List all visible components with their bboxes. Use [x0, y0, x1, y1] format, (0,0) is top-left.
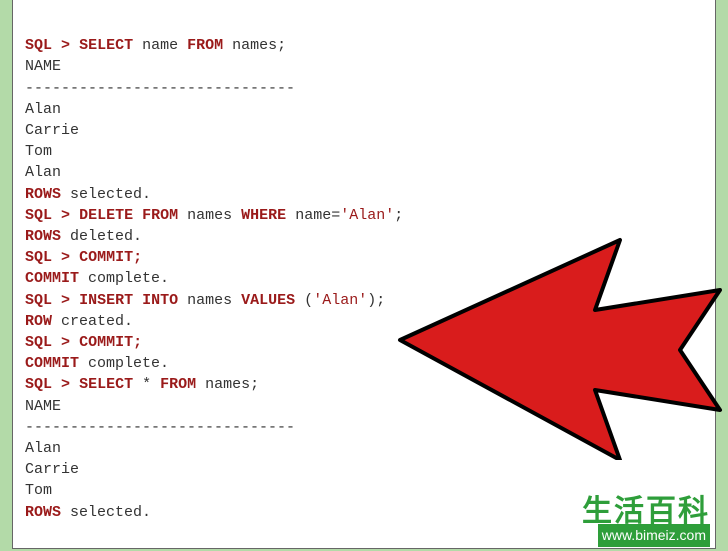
txt-created: created. [61, 313, 133, 330]
prompt-gt2: > [61, 207, 70, 224]
tbl-names2: names [187, 207, 232, 224]
kw-select: SELECT [79, 37, 133, 54]
kw-row: ROW [25, 313, 52, 330]
tbl-names3: names [187, 292, 232, 309]
str-alan2: 'Alan' [313, 292, 367, 309]
tbl-names: names [232, 37, 277, 54]
kw-rows2: ROWS [25, 228, 61, 245]
kw-values: VALUES [241, 292, 295, 309]
col-name2: name [295, 207, 331, 224]
row-carrie2: Carrie [25, 461, 79, 478]
prompt-gt4: > [61, 292, 70, 309]
prompt-gt: > [61, 37, 70, 54]
row-alan2: Alan [25, 164, 61, 181]
semicolon: ; [277, 37, 286, 54]
prompt-gt5: > [61, 334, 70, 351]
col-name: name [142, 37, 178, 54]
sql-prompt: SQL [25, 37, 52, 54]
row-tom2: Tom [25, 482, 52, 499]
sql-prompt4: SQL [25, 292, 52, 309]
kw-rows: ROWS [25, 186, 61, 203]
header-name2: NAME [25, 398, 61, 415]
txt-complete: complete. [88, 270, 169, 287]
kw-from: FROM [187, 37, 223, 54]
kw-into: INTO [142, 292, 178, 309]
tbl-names4: names [205, 376, 250, 393]
rule2: ------------------------------ [25, 419, 295, 436]
prompt-gt6: > [61, 376, 70, 393]
kw-delete: DELETE [79, 207, 133, 224]
kw-commit2: COMMIT [25, 355, 79, 372]
kw-commit: COMMIT [25, 270, 79, 287]
row-carrie: Carrie [25, 122, 79, 139]
sql-prompt6: SQL [25, 376, 52, 393]
kw-insert: INSERT [79, 292, 133, 309]
sql-prompt5: SQL [25, 334, 52, 351]
semicolon3: ; [376, 292, 385, 309]
prompt-gt3: > [61, 249, 70, 266]
kw-rows3: ROWS [25, 504, 61, 521]
code-block: SQL > SELECT name FROM names; NAME -----… [25, 14, 703, 523]
kw-select2: SELECT [79, 376, 133, 393]
sql-prompt2: SQL [25, 207, 52, 224]
star: * [142, 376, 151, 393]
txt-selected: selected. [70, 186, 151, 203]
str-alan: 'Alan' [340, 207, 394, 224]
txt-complete2: complete. [88, 355, 169, 372]
txt-deleted: deleted. [70, 228, 142, 245]
semicolon2: ; [394, 207, 403, 224]
row-alan3: Alan [25, 440, 61, 457]
rule: ------------------------------ [25, 80, 295, 97]
txt-selected2: selected. [70, 504, 151, 521]
kw-where: WHERE [241, 207, 286, 224]
header-name: NAME [25, 58, 61, 75]
kw-commit-cmd2: COMMIT; [79, 334, 142, 351]
kw-commit-cmd: COMMIT; [79, 249, 142, 266]
row-tom: Tom [25, 143, 52, 160]
sql-prompt3: SQL [25, 249, 52, 266]
sql-terminal: SQL > SELECT name FROM names; NAME -----… [12, 0, 716, 549]
row-alan: Alan [25, 101, 61, 118]
kw-from2: FROM [142, 207, 178, 224]
kw-from3: FROM [160, 376, 196, 393]
semicolon4: ; [250, 376, 259, 393]
